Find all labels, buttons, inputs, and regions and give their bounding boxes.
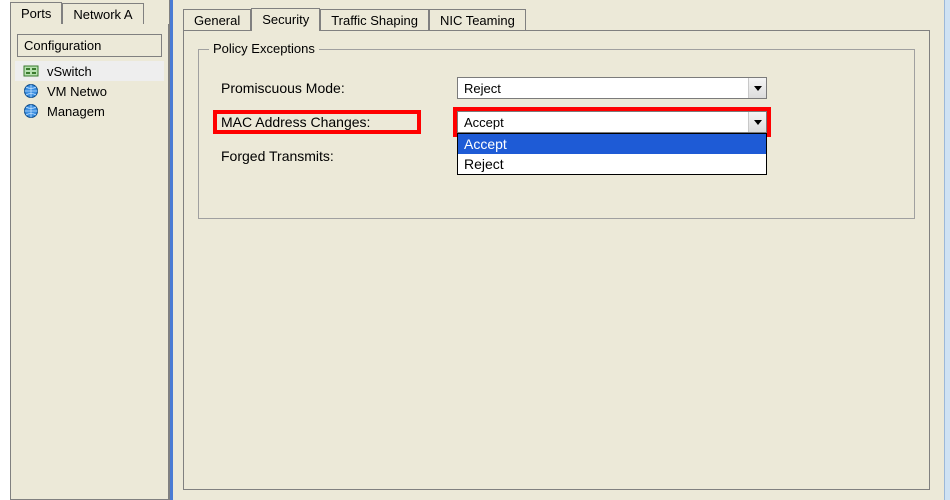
tab-traffic-shaping[interactable]: Traffic Shaping [320,9,429,32]
policy-exceptions-group: Policy Exceptions Promiscuous Mode: Reje… [198,49,915,219]
globe-icon [23,103,39,119]
dropdown-item-accept[interactable]: Accept [458,134,766,154]
label-promiscuous-mode: Promiscuous Mode: [217,80,457,96]
row-mac-address-changes: MAC Address Changes: Accept Accept Rejec… [217,110,896,134]
left-pane: Ports Network A Configuration vSwitch VM… [10,0,170,500]
tree-item-management[interactable]: Managem [15,101,164,121]
tree-item-vswitch[interactable]: vSwitch [15,61,164,81]
dropdown-item-reject[interactable]: Reject [458,154,766,174]
tree-item-label: Managem [47,104,105,119]
configuration-tree: vSwitch VM Netwo Managem [15,61,164,121]
label-forged-transmits: Forged Transmits: [217,148,457,164]
tab-security[interactable]: Security [251,8,320,31]
group-title: Policy Exceptions [209,41,319,56]
tree-item-label: vSwitch [47,64,92,79]
combo-mac-address-changes[interactable]: Accept Accept Reject [457,111,767,133]
globe-icon [23,83,39,99]
label-mac-address-changes: MAC Address Changes: [217,114,417,130]
vswitch-icon [23,63,39,79]
dialog-tabs: General Security Traffic Shaping NIC Tea… [183,8,526,31]
chevron-down-icon [748,78,766,98]
tree-item-vmnetwork[interactable]: VM Netwo [15,81,164,101]
left-tab-body: Configuration vSwitch VM Netwo [10,24,169,500]
left-tabs: Ports Network A [10,2,144,25]
left-tab-network[interactable]: Network A [62,3,143,26]
tab-general[interactable]: General [183,9,251,32]
chevron-down-icon [748,112,766,132]
left-tab-ports[interactable]: Ports [10,2,62,25]
row-promiscuous-mode: Promiscuous Mode: Reject [217,76,896,100]
tab-body: Policy Exceptions Promiscuous Mode: Reje… [183,30,930,490]
combo-value: Accept [464,115,504,130]
properties-dialog: General Security Traffic Shaping NIC Tea… [170,0,950,500]
window-edge [944,0,950,500]
combo-promiscuous-mode[interactable]: Reject [457,77,767,99]
tab-nic-teaming[interactable]: NIC Teaming [429,9,526,32]
tree-item-label: VM Netwo [47,84,107,99]
combo-value: Reject [464,81,501,96]
dropdown-list: Accept Reject [457,133,767,175]
configuration-header: Configuration [17,34,162,57]
